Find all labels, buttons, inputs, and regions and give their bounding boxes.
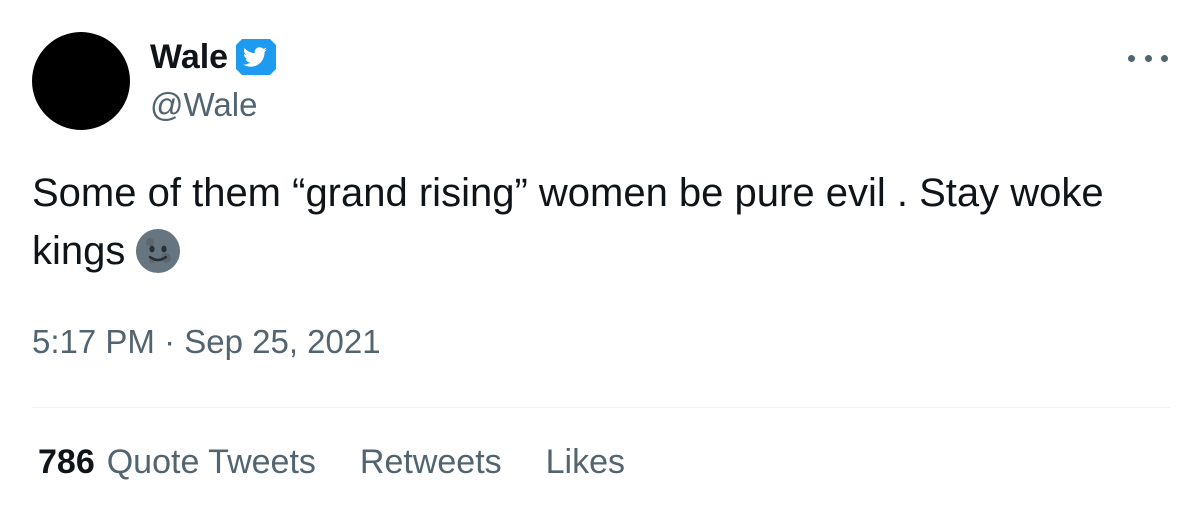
likes-label: Likes: [545, 443, 626, 481]
tweet-text: Some of them “grand rising” women be pur…: [32, 164, 1168, 280]
tweet-timestamp[interactable]: 5:17 PM · Sep 25, 2021: [32, 320, 381, 364]
more-dot: [1161, 54, 1168, 62]
retweets-stat[interactable]: Retweets: [360, 440, 502, 484]
tweet-text-content: Some of them “grand rising” women be pur…: [32, 171, 1115, 273]
more-options-icon[interactable]: [1128, 44, 1168, 72]
quote-tweets-label: Quote Tweets: [106, 443, 316, 481]
author-handle[interactable]: @Wale: [150, 84, 257, 126]
tweet-stats: 786 Quote Tweets Retweets Likes: [38, 440, 625, 484]
author-name-row: Wale: [150, 36, 278, 78]
more-dot: [1128, 54, 1135, 62]
tweet-card: Wale @Wale Some of them “grand rising” w…: [0, 0, 1200, 508]
retweets-label: Retweets: [359, 443, 502, 481]
more-dot: [1144, 54, 1152, 62]
new-moon-face-emoji-icon: [135, 228, 181, 274]
avatar[interactable]: [32, 32, 130, 130]
display-name[interactable]: Wale: [150, 36, 228, 78]
divider: [32, 407, 1170, 408]
verified-badge-icon: [234, 37, 278, 77]
quote-tweets-count: 786: [38, 443, 95, 481]
quote-tweets-stat[interactable]: 786 Quote Tweets: [38, 440, 316, 484]
likes-stat[interactable]: Likes: [546, 440, 625, 484]
